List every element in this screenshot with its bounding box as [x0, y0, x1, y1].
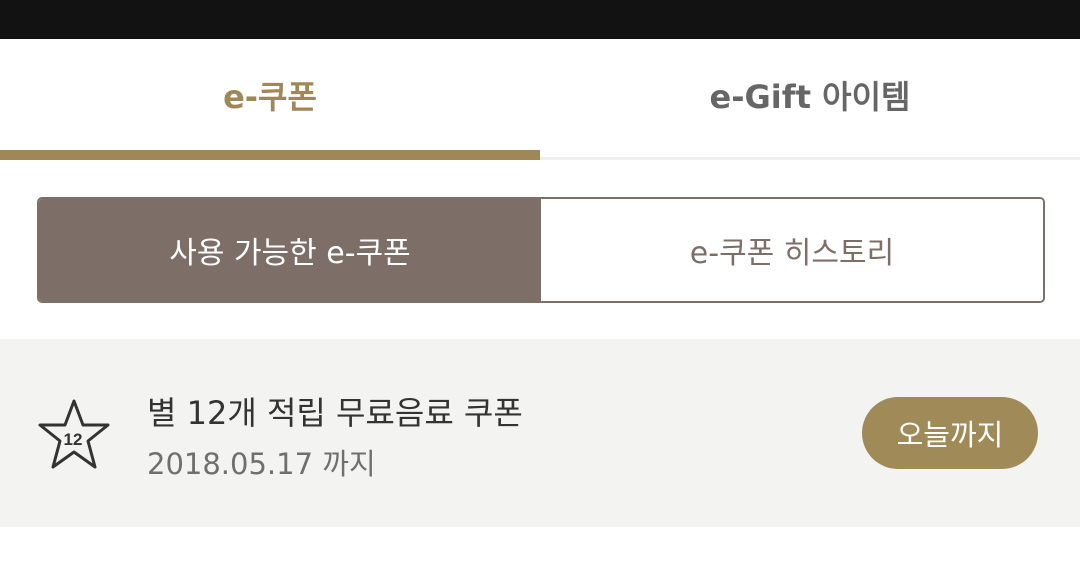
tab-e-coupon[interactable]: e-쿠폰	[0, 39, 540, 150]
coupon-segmented-control: 사용 가능한 e-쿠폰 e-쿠폰 히스토리	[37, 197, 1045, 303]
tab-divider	[540, 157, 1080, 160]
segment-coupon-history-label: e-쿠폰 히스토리	[689, 236, 895, 271]
tab-e-coupon-label: e-쿠폰	[223, 77, 317, 116]
coupon-title: 별 12개 적립 무료음료 쿠폰	[147, 394, 523, 432]
star-count: 12	[64, 430, 83, 449]
expires-today-badge-label: 오늘까지	[896, 418, 1004, 452]
segment-available-coupons-label: 사용 가능한 e-쿠폰	[169, 236, 411, 271]
tab-e-gift-item[interactable]: e-Gift 아이템	[540, 39, 1080, 150]
active-tab-indicator	[0, 150, 540, 160]
segment-coupon-history[interactable]: e-쿠폰 히스토리	[541, 199, 1043, 301]
tab-e-gift-item-label: e-Gift 아이템	[709, 77, 911, 116]
expires-today-badge: 오늘까지	[862, 397, 1038, 469]
segment-available-coupons[interactable]: 사용 가능한 e-쿠폰	[39, 199, 541, 301]
top-tabs: e-쿠폰 e-Gift 아이템	[0, 39, 1080, 160]
status-bar	[0, 0, 1080, 39]
star-icon: 12	[38, 399, 110, 469]
coupon-expiry-date: 2018.05.17 까지	[147, 447, 376, 481]
